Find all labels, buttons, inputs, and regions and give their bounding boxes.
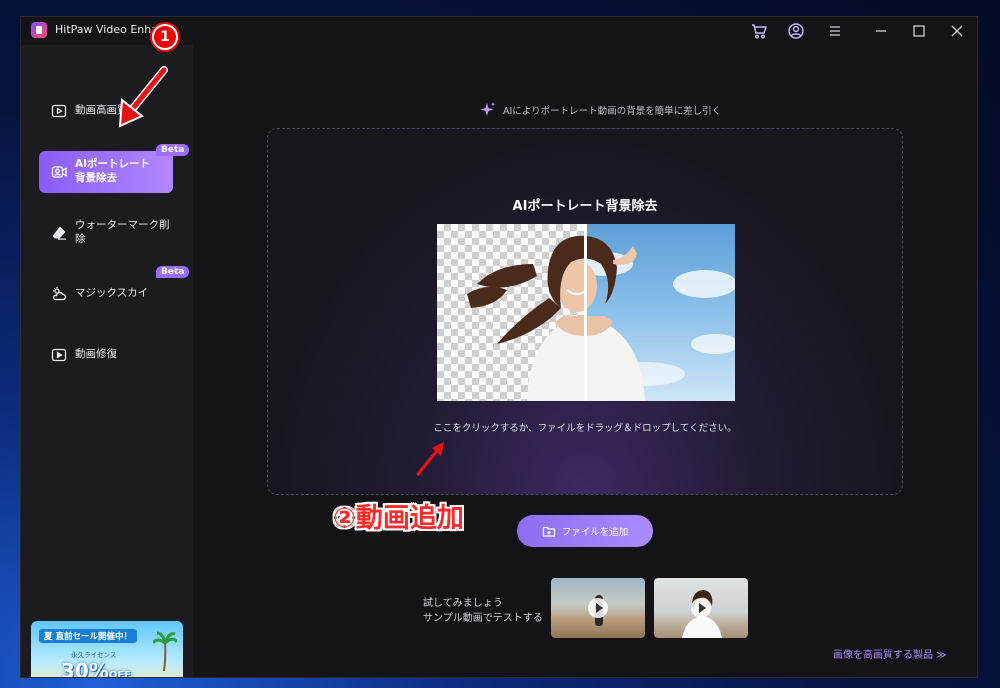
sample-video-thumbnail-2[interactable] xyxy=(654,578,748,638)
dropzone-title: AIポートレート背景除去 xyxy=(512,199,658,214)
video-enhance-icon xyxy=(51,103,67,119)
app-logo-icon xyxy=(31,22,47,38)
video-repair-icon xyxy=(51,347,67,363)
main-panel: AIによりポートレート動画の背景を簡単に差し引く AIポートレート背景除去 ここ… xyxy=(193,45,977,677)
step-1-number: 1 xyxy=(154,26,176,48)
sidebar-item-label: ウォーターマーク削除 xyxy=(75,219,170,245)
annotation-arrow-2 xyxy=(416,442,444,476)
folder-add-icon xyxy=(542,524,556,538)
palm-tree-icon xyxy=(153,631,177,671)
file-drop-zone[interactable]: AIポートレート背景除去 ここをクリックするか、ファイルをドラッグ＆ドロップして… xyxy=(267,128,903,495)
dropzone-instructions: ここをクリックするか、ファイルをドラッグ＆ドロップしてください。 xyxy=(433,423,737,434)
preview-image xyxy=(437,224,735,401)
cloud-sun-icon xyxy=(51,286,67,302)
sidebar-item-portrait-bg-removal[interactable]: AIポートレート背景除去 xyxy=(39,151,173,193)
image-enhance-link[interactable]: 画像を高画質する製品 ≫ xyxy=(833,646,947,661)
close-icon[interactable] xyxy=(947,21,967,41)
portrait-icon xyxy=(51,164,67,180)
cart-icon[interactable] xyxy=(749,21,769,41)
sidebar-item-video-repair[interactable]: 動画修復 xyxy=(39,334,173,376)
sidebar-item-label: 動画修復 xyxy=(75,348,117,361)
annotation-arrow-1 xyxy=(118,66,168,128)
promo-subtitle: 永久ライセンス xyxy=(71,651,117,659)
play-icon[interactable] xyxy=(691,598,711,618)
add-file-label: ファイルを追加 xyxy=(561,527,629,538)
sidebar-item-magic-sky[interactable]: マジックスカイ xyxy=(39,273,173,315)
sparkle-icon xyxy=(479,101,497,119)
sidebar: 動画高画質化 AIポートレート背景除去 Beta ウォーターマーク削除 マジック… xyxy=(21,45,193,678)
feature-hint: AIによりポートレート動画の背景を簡単に差し引く xyxy=(479,101,721,119)
sample-prompt: 試してみましょう サンプル動画でテストする xyxy=(423,596,543,626)
beta-badge: Beta xyxy=(156,144,190,156)
eraser-icon xyxy=(51,225,67,241)
minimize-icon[interactable] xyxy=(871,21,891,41)
account-icon[interactable] xyxy=(786,21,806,41)
promo-title: 夏 直前セール開催中！ xyxy=(39,629,137,643)
sample-line-1: 試してみましょう xyxy=(423,598,503,609)
beta-badge: Beta xyxy=(156,266,190,278)
hint-text: AIによりポートレート動画の背景を簡単に差し引く xyxy=(503,106,722,117)
before-after-divider xyxy=(584,224,587,401)
maximize-icon[interactable] xyxy=(909,21,929,41)
promo-banner[interactable]: 夏 直前セール開催中！ 永久ライセンス 30%OFF xyxy=(31,621,183,678)
step-1-marker: 1 xyxy=(150,22,180,52)
sidebar-item-label: マジックスカイ xyxy=(75,287,149,300)
sidebar-item-watermark-removal[interactable]: ウォーターマーク削除 xyxy=(39,212,173,254)
play-icon[interactable] xyxy=(588,598,608,618)
step-2-label: ②動画追加 xyxy=(333,503,464,534)
sidebar-item-label: AIポートレート背景除去 xyxy=(75,158,151,184)
sample-video-thumbnail-1[interactable] xyxy=(551,578,645,638)
add-file-button[interactable]: ファイルを追加 xyxy=(517,515,653,547)
menu-icon[interactable] xyxy=(825,21,845,41)
sample-line-2: サンプル動画でテストする xyxy=(423,613,543,624)
promo-discount: 30%OFF xyxy=(61,659,132,678)
